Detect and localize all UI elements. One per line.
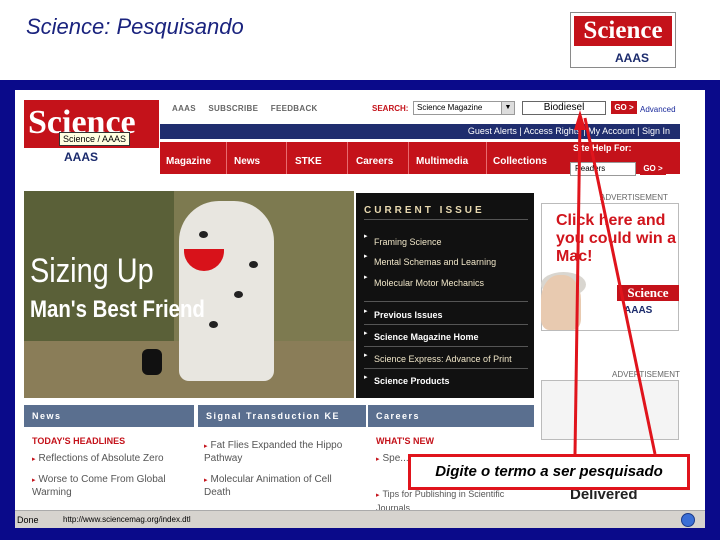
news-item[interactable]: ▸ Reflections of Absolute Zero [32,453,192,466]
todays-headlines-label: TODAY'S HEADLINES [32,436,126,446]
internet-zone-icon [681,513,695,527]
hero-title-line1: Sizing Up [30,252,154,290]
account-bar[interactable]: Guest Alerts | Access Rights | My Accoun… [160,124,680,139]
corner-logo-text: Science [574,16,672,46]
great-dane-figure [179,201,274,381]
magazine-home-label: Science Magazine Home [374,332,479,342]
nav-magazine[interactable]: Magazine [166,156,211,167]
aaas-logo[interactable]: AAAS [64,150,98,164]
arrow-icon: ▸ [204,443,208,450]
arrow-icon: ▸ [364,274,368,281]
ad-label: ADVERTISEMENT [612,370,680,379]
arrow-icon: ▸ [32,456,36,463]
news-heading[interactable]: News [24,405,194,427]
signal-heading[interactable]: Signal Transduction KE [198,405,366,427]
dog-spot [209,321,218,328]
nav-news[interactable]: News [234,156,260,167]
search-go-button[interactable]: GO > [611,101,637,114]
article-link[interactable]: Framing Science [374,237,442,247]
hero-title-line2: Man's Best Friend [30,296,205,323]
whats-new-label: WHAT'S NEW [376,436,434,446]
status-bar: Done http://www.sciencemag.org/index.dtl [15,510,705,528]
magazine-home-link[interactable]: Science Magazine Home [374,332,479,342]
arrow-icon: ▸ [364,352,368,359]
status-url: http://www.sciencemag.org/index.dtl [63,515,191,524]
site-help-go-button[interactable]: GO > [640,162,666,175]
search-scope-value: Science Magazine [417,103,483,112]
signal-item-label: Molecular Animation of Cell Death [204,474,332,498]
status-text: Done [17,515,39,525]
hero-image[interactable] [24,191,354,398]
search-label: SEARCH: [372,104,409,113]
divider [364,219,528,220]
nav-divider [226,142,227,174]
search-scope-select[interactable]: Science Magazine ▼ [413,101,515,115]
divider [364,346,528,347]
site-help-select[interactable]: Readers [570,162,636,176]
divider [364,301,528,302]
ad-text[interactable]: Click here and you could win a Mac! [556,212,676,266]
search-input[interactable]: Biodiesel [522,101,606,115]
ad-science-logo: Science [617,285,679,301]
nav-divider [408,142,409,174]
site-help-label: Site Help For: [573,143,632,153]
news-item-label: Reflections of Absolute Zero [38,453,164,464]
science-products-link[interactable]: Science Products [374,376,450,386]
article-link[interactable]: Molecular Motor Mechanics [374,278,484,288]
careers-item-label: Spe... [382,453,409,464]
ad-aaas-logo: AAAS [624,305,653,316]
top-link-aaas[interactable]: AAAS [172,104,196,113]
nav-divider [347,142,348,174]
arrow-icon: ▸ [364,253,368,260]
top-link-subscribe[interactable]: SUBSCRIBE [208,104,258,113]
previous-issues-link[interactable]: Previous Issues [374,310,443,320]
science-express-link[interactable]: Science Express: Advance of Print [374,354,512,364]
divider [364,368,528,369]
nav-divider [286,142,287,174]
dog-spot [234,291,243,298]
arrow-icon: ▸ [204,477,208,484]
small-dog-figure [142,349,162,375]
advanced-search-link[interactable]: Advanced [640,105,676,114]
nav-careers[interactable]: Careers [356,156,393,167]
ad-portrait [541,275,581,330]
top-link-feedback[interactable]: FEEDBACK [271,104,318,113]
chevron-down-icon[interactable]: ▼ [501,102,514,114]
nav-multimedia[interactable]: Multimedia [416,156,468,167]
science-products-label: Science Products [374,376,450,386]
arrow-icon: ▸ [32,477,36,484]
science-aaas-logo: Science AAAS [570,12,676,68]
arrow-icon: ▸ [376,492,380,499]
dog-spot [249,261,258,268]
current-issue-heading: CURRENT ISSUE [364,205,485,216]
arrow-icon: ▸ [364,330,368,337]
arrow-icon: ▸ [364,233,368,240]
logo-tooltip: Science / AAAS [59,132,131,146]
ad-label: ADVERTISEMENT [600,193,668,202]
previous-issues-label: Previous Issues [374,310,443,320]
top-links: AAAS SUBSCRIBE FEEDBACK [172,104,328,113]
divider [364,324,528,325]
careers-heading[interactable]: Careers [368,405,534,427]
article-link[interactable]: Mental Schemas and Learning [374,257,496,267]
signal-item[interactable]: ▸ Molecular Animation of Cell Death [204,474,359,499]
current-issue-panel: CURRENT ISSUE ▸ Framing Science ▸ Mental… [356,193,534,398]
dog-spot [199,231,208,238]
callout-box: Digite o termo a ser pesquisado [408,454,690,490]
nav-divider [486,142,487,174]
news-item[interactable]: ▸ Worse to Come From Global Warming [32,474,192,499]
slide-title: Science: Pesquisando [26,14,244,39]
signal-item[interactable]: ▸ Fat Flies Expanded the Hippo Pathway [204,440,359,465]
corner-logo-aaas: AAAS [615,51,650,65]
signal-item-label: Fat Flies Expanded the Hippo Pathway [204,440,343,464]
arrow-icon: ▸ [364,308,368,315]
news-item-label: Worse to Come From Global Warming [32,474,166,498]
advertisement[interactable] [541,380,679,440]
arrow-icon: ▸ [364,374,368,381]
nav-stke[interactable]: STKE [295,156,322,167]
arrow-icon: ▸ [376,456,380,463]
nav-collections[interactable]: Collections [493,156,547,167]
